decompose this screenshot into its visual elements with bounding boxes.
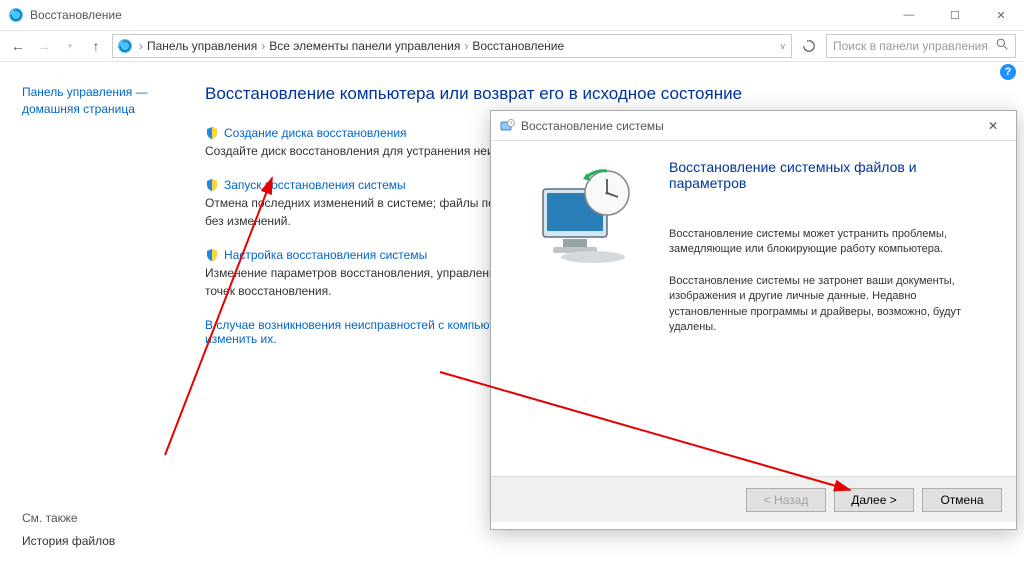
breadcrumb[interactable]: › Панель управления › Все элементы панел… <box>112 34 792 58</box>
link-label: Создание диска восстановления <box>224 126 407 140</box>
breadcrumb-item[interactable]: Все элементы панели управления <box>269 39 460 53</box>
close-button[interactable]: ✕ <box>978 0 1024 30</box>
minimize-button[interactable]: — <box>886 0 932 30</box>
dialog-heading: Восстановление системных файлов и параме… <box>669 159 996 191</box>
recovery-icon <box>117 38 133 54</box>
shield-icon <box>205 178 219 192</box>
maximize-button[interactable]: ☐ <box>932 0 978 30</box>
search-input[interactable]: Поиск в панели управления <box>826 34 1016 58</box>
recent-dropdown[interactable]: ▾ <box>60 36 80 56</box>
chevron-right-icon: › <box>139 39 143 53</box>
see-also-section: См. также История файлов <box>22 511 115 550</box>
breadcrumb-item[interactable]: Восстановление <box>472 39 564 53</box>
breadcrumb-dropdown[interactable]: v <box>779 41 788 51</box>
shield-icon <box>205 126 219 140</box>
dialog-footer: < Назад Далее > Отмена <box>491 476 1016 522</box>
dialog-paragraph: Восстановление системы не затронет ваши … <box>669 274 996 336</box>
see-also-label: См. также <box>22 511 115 525</box>
dialog-body: Восстановление системных файлов и параме… <box>491 141 1016 476</box>
window-controls: — ☐ ✕ <box>886 0 1024 30</box>
breadcrumb-item[interactable]: Панель управления <box>147 39 257 53</box>
refresh-button[interactable] <box>798 35 820 57</box>
up-button[interactable]: ↑ <box>86 36 106 56</box>
file-history-link[interactable]: История файлов <box>22 533 115 550</box>
search-icon <box>996 38 1009 54</box>
footnote-link[interactable]: изменить их. <box>205 332 277 346</box>
dialog-title: Восстановление системы <box>521 119 664 133</box>
control-panel-home-link[interactable]: Панель управления — домашняя страница <box>22 84 173 118</box>
system-restore-icon <box>499 118 515 134</box>
chevron-right-icon: › <box>464 39 468 53</box>
window-title: Восстановление <box>30 8 122 22</box>
back-button[interactable]: ← <box>8 36 28 56</box>
next-button[interactable]: Далее > <box>834 488 914 512</box>
page-heading: Восстановление компьютера или возврат ег… <box>205 84 996 104</box>
title-bar: Восстановление — ☐ ✕ <box>0 0 1024 30</box>
dialog-paragraph: Восстановление системы может устранить п… <box>669 227 996 258</box>
recovery-icon <box>8 7 24 23</box>
sidebar: Панель управления — домашняя страница См… <box>0 62 195 574</box>
search-placeholder: Поиск в панели управления <box>833 39 988 53</box>
computer-clock-graphic <box>525 161 645 271</box>
link-label: Запуск восстановления системы <box>224 178 406 192</box>
dialog-graphic-pane <box>501 151 669 476</box>
shield-icon <box>205 248 219 262</box>
chevron-right-icon: › <box>261 39 265 53</box>
back-button[interactable]: < Назад <box>746 488 826 512</box>
dialog-close-button[interactable]: ✕ <box>978 116 1008 136</box>
cancel-button[interactable]: Отмена <box>922 488 1002 512</box>
toolbar: ← → ▾ ↑ › Панель управления › Все элемен… <box>0 30 1024 62</box>
system-restore-dialog: Восстановление системы ✕ <box>490 110 1017 530</box>
forward-button[interactable]: → <box>34 36 54 56</box>
link-label: Настройка восстановления системы <box>224 248 427 262</box>
dialog-text-pane: Восстановление системных файлов и параме… <box>669 151 996 476</box>
dialog-titlebar[interactable]: Восстановление системы ✕ <box>491 111 1016 141</box>
